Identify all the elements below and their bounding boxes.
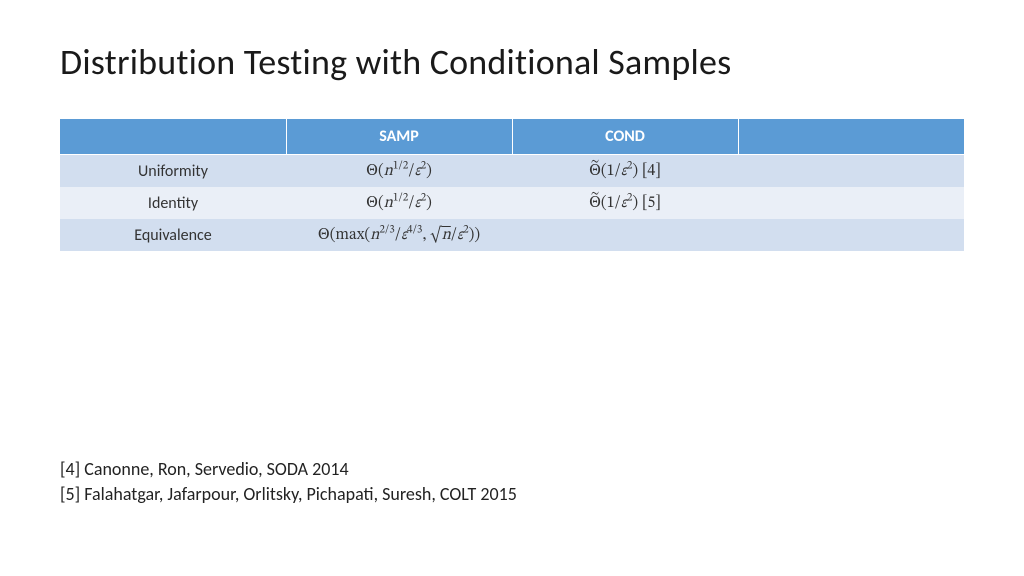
- reference-item: [4] Canonne, Ron, Servedio, SODA 2014: [60, 457, 517, 481]
- cell-cond: Θ(1/ε2) [5]: [512, 187, 738, 219]
- references: [4] Canonne, Ron, Servedio, SODA 2014 [5…: [60, 457, 517, 506]
- row-label: Uniformity: [60, 155, 286, 188]
- col-header-cond: COND: [512, 119, 738, 155]
- col-header-samp: SAMP: [286, 119, 512, 155]
- cell-empty: [738, 187, 964, 219]
- cell-cond: [512, 219, 738, 251]
- complexity-table: SAMP COND Uniformity Θ(n1/2/ε2) Θ(1/ε2) …: [60, 119, 964, 251]
- cell-empty: [738, 219, 964, 251]
- table-row: Equivalence Θ(max(n2/3/ε4/3, √n/ε2)): [60, 219, 964, 251]
- table-row: Identity Θ(n1/2/ε2) Θ(1/ε2) [5]: [60, 187, 964, 219]
- cell-samp: Θ(n1/2/ε2): [286, 187, 512, 219]
- cell-samp: Θ(n1/2/ε2): [286, 155, 512, 188]
- row-label: Identity: [60, 187, 286, 219]
- row-label: Equivalence: [60, 219, 286, 251]
- reference-item: [5] Falahatgar, Jafarpour, Orlitsky, Pic…: [60, 482, 517, 506]
- page-title: Distribution Testing with Conditional Sa…: [60, 40, 964, 84]
- table-header-row: SAMP COND: [60, 119, 964, 155]
- cell-cond: Θ(1/ε2) [4]: [512, 155, 738, 188]
- col-header-blank-1: [60, 119, 286, 155]
- col-header-blank-2: [738, 119, 964, 155]
- table-row: Uniformity Θ(n1/2/ε2) Θ(1/ε2) [4]: [60, 155, 964, 188]
- cell-empty: [738, 155, 964, 188]
- cell-samp: Θ(max(n2/3/ε4/3, √n/ε2)): [286, 219, 512, 251]
